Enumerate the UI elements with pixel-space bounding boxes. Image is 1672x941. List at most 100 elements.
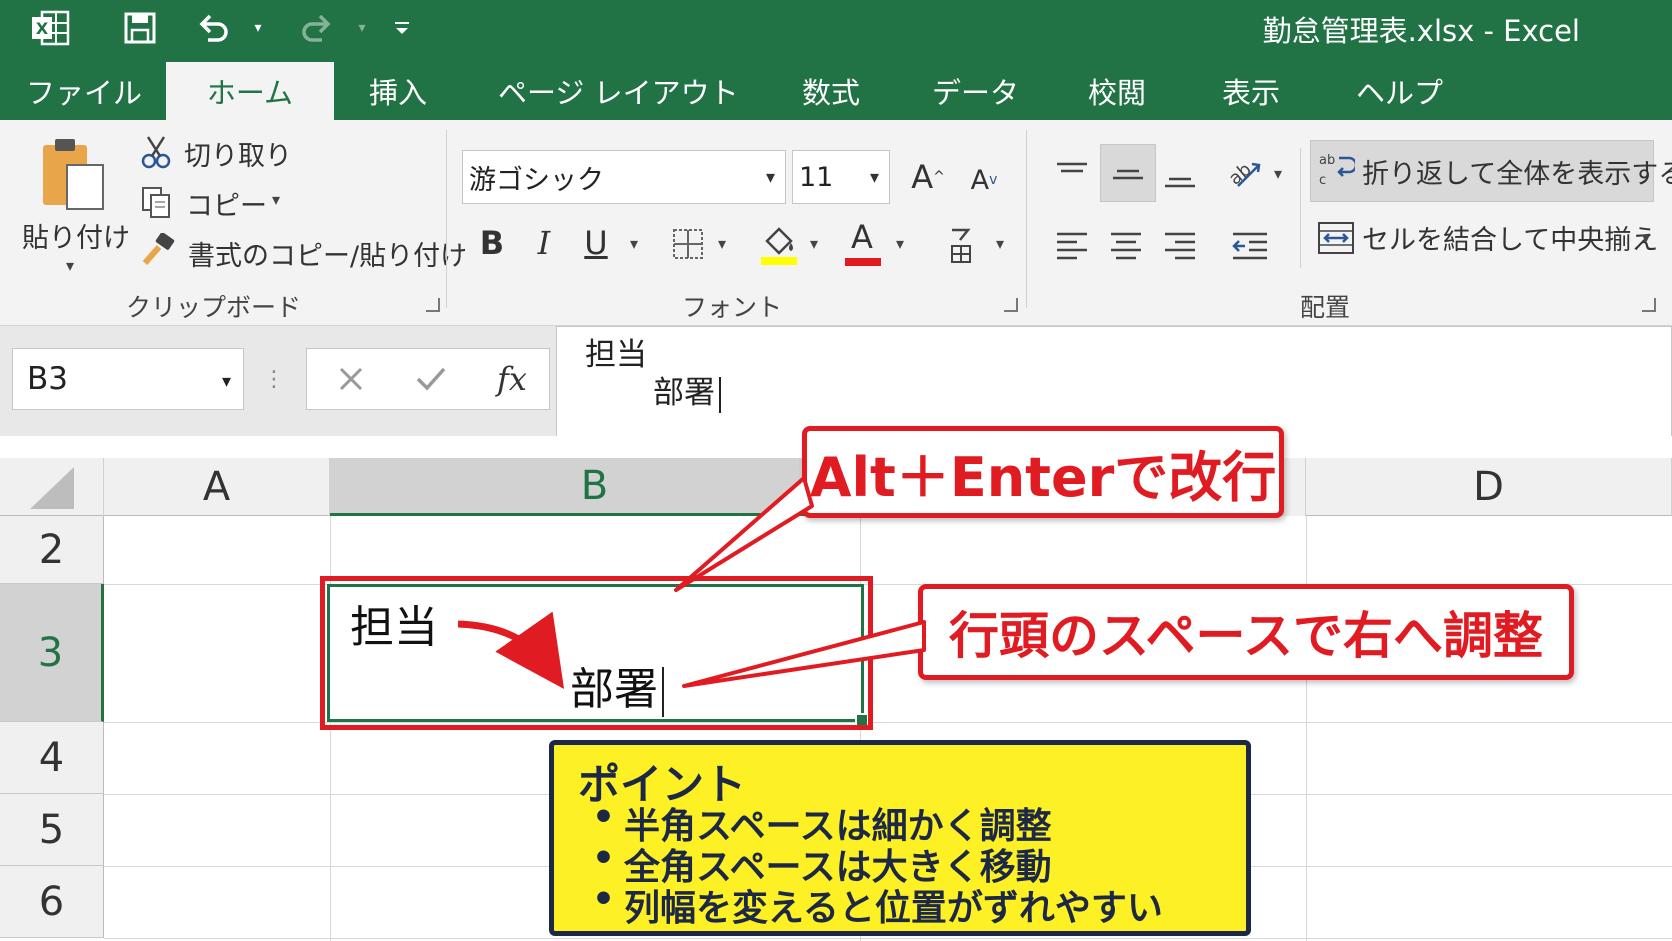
fill-color-dropdown-icon[interactable]: ▾: [810, 234, 818, 253]
tab-data[interactable]: データ: [932, 70, 1019, 112]
font-size-dropdown[interactable]: 11 ▾: [792, 150, 890, 204]
tab-page-layout[interactable]: ページ レイアウト: [498, 70, 739, 112]
row-header-6[interactable]: 6: [0, 866, 104, 938]
cut-button[interactable]: 切り取り: [184, 134, 292, 173]
tab-view[interactable]: 表示: [1222, 70, 1280, 112]
alignment-launcher-icon[interactable]: [1642, 298, 1656, 312]
align-right-icon[interactable]: [1158, 224, 1202, 268]
borders-dropdown-icon[interactable]: ▾: [718, 234, 726, 253]
fill-color-icon[interactable]: [758, 220, 800, 268]
tab-home[interactable]: ホーム: [166, 62, 334, 120]
svg-text:ab: ab: [1319, 153, 1335, 168]
formula-bar: B3 ▾ ⋮ fx 担当 部署: [0, 326, 1672, 438]
font-name-dropdown[interactable]: 游ゴシック ▾: [462, 150, 786, 204]
title-bar: X ▾ ▾ 勤怠管理表.xlsx - Excel: [0, 0, 1672, 58]
paste-dropdown-icon[interactable]: ▾: [66, 256, 74, 275]
tab-formulas[interactable]: 数式: [802, 70, 860, 112]
orientation-dropdown-icon[interactable]: ▾: [1274, 164, 1282, 183]
font-color-dropdown-icon[interactable]: ▾: [896, 234, 904, 253]
font-launcher-icon[interactable]: [1004, 298, 1018, 312]
enter-check-icon[interactable]: [409, 357, 453, 401]
callout-leading-space: 行頭のスペースで右へ調整: [918, 584, 1574, 680]
tab-insert[interactable]: 挿入: [369, 70, 427, 112]
align-bottom-icon[interactable]: [1158, 152, 1202, 196]
format-painter-icon: [138, 232, 178, 268]
cancel-icon[interactable]: [329, 357, 373, 401]
formula-line-1: 担当: [585, 337, 647, 373]
copy-button[interactable]: コピー: [186, 184, 267, 223]
formula-line-2-text: 部署: [653, 375, 715, 411]
wrap-text-label: 折り返して全体を表示する: [1362, 159, 1672, 190]
row-header-5[interactable]: 5: [0, 794, 104, 866]
ribbon-tabs: ファイル ホーム 挿入 ページ レイアウト 数式 データ 校閲 表示 ヘルプ: [0, 58, 1672, 120]
subgroup-separator: [1300, 148, 1301, 268]
save-icon[interactable]: [118, 6, 162, 50]
font-color-letter: A: [851, 218, 873, 256]
grid-row-line: [104, 938, 1672, 939]
insert-function-button[interactable]: fx: [487, 355, 537, 403]
svg-text:X: X: [36, 19, 49, 38]
chevron-down-icon: ▾: [765, 167, 775, 188]
group-separator: [446, 130, 447, 308]
bold-button[interactable]: B: [474, 220, 510, 266]
tab-file[interactable]: ファイル: [26, 70, 142, 112]
column-header-d[interactable]: D: [1306, 458, 1672, 516]
row-header-2[interactable]: 2: [0, 516, 104, 584]
decrease-font-size-icon[interactable]: Av: [962, 158, 1006, 202]
font-group-label: フォント: [682, 293, 783, 322]
decrease-indent-icon[interactable]: [1228, 224, 1272, 268]
chevron-down-icon: ▾: [869, 167, 879, 188]
borders-icon[interactable]: [668, 224, 708, 264]
align-top-icon[interactable]: [1050, 152, 1094, 196]
excel-app-icon: X: [28, 6, 72, 50]
copy-icon: [138, 184, 174, 220]
paste-icon[interactable]: [36, 134, 108, 214]
select-all-button[interactable]: [0, 458, 104, 516]
font-name-value: 游ゴシック: [469, 164, 604, 196]
column-header-a[interactable]: A: [104, 458, 330, 516]
point-item: 列幅を変えると位置がずれやすい: [592, 879, 1163, 931]
phonetic-guide-icon[interactable]: [944, 222, 980, 268]
scissors-icon: [138, 134, 174, 170]
undo-icon[interactable]: [194, 6, 234, 50]
formula-input[interactable]: 担当 部署: [556, 326, 1672, 438]
phonetic-dropdown-icon[interactable]: ▾: [996, 234, 1004, 253]
orientation-icon[interactable]: ab: [1222, 148, 1266, 196]
tab-help[interactable]: ヘルプ: [1356, 70, 1443, 112]
merge-center-button[interactable]: セルを結合して中央揃え: [1362, 218, 1658, 257]
copy-dropdown-icon[interactable]: ▾: [272, 190, 280, 209]
row-header-4[interactable]: 4: [0, 722, 104, 794]
font-size-value: 11: [799, 161, 834, 193]
clipboard-group-label: クリップボード: [126, 293, 302, 322]
grid-column-line: [1306, 516, 1307, 941]
clipboard-launcher-icon[interactable]: [426, 298, 440, 312]
wrap-text-icon: ab c: [1316, 148, 1356, 192]
underline-button[interactable]: U: [578, 220, 614, 266]
row-header-3[interactable]: 3: [0, 584, 104, 722]
merge-center-icon[interactable]: [1316, 216, 1356, 260]
underline-dropdown-icon[interactable]: ▾: [630, 234, 638, 253]
name-box[interactable]: B3 ▾: [12, 348, 244, 410]
window-title: 勤怠管理表.xlsx - Excel: [1262, 14, 1580, 48]
paste-button[interactable]: 貼り付け: [22, 216, 130, 255]
point-box: ポイント 半角スペースは細かく調整 全角スペースは大きく移動 列幅を変えると位置…: [549, 740, 1251, 936]
merge-dropdown-icon[interactable]: ▾: [1642, 228, 1650, 247]
column-header-b[interactable]: B: [330, 458, 860, 516]
formula-bar-grip-icon[interactable]: ⋮: [263, 364, 285, 394]
tab-review[interactable]: 校閲: [1088, 70, 1146, 112]
format-painter-button[interactable]: 書式のコピー/貼り付け: [188, 234, 467, 273]
alignment-group-label: 配置: [1300, 293, 1351, 322]
redo-dropdown-icon: ▾: [358, 20, 366, 36]
font-color-icon[interactable]: A: [842, 218, 884, 268]
font-color-swatch: [845, 258, 881, 266]
ribbon-home: 貼り付け ▾ 切り取り コピー ▾ 書式のコピー/貼り付け クリップボード 游ゴ…: [0, 120, 1672, 326]
name-box-value: B3: [27, 361, 68, 397]
customize-qat-icon[interactable]: [390, 6, 414, 50]
text-cursor: [719, 376, 721, 413]
italic-button[interactable]: I: [526, 220, 562, 266]
align-left-icon[interactable]: [1050, 224, 1094, 268]
undo-dropdown-icon[interactable]: ▾: [248, 6, 268, 50]
align-center-icon[interactable]: [1104, 224, 1148, 268]
increase-font-size-icon[interactable]: A ^: [906, 154, 950, 200]
align-middle-icon: [1106, 152, 1150, 196]
